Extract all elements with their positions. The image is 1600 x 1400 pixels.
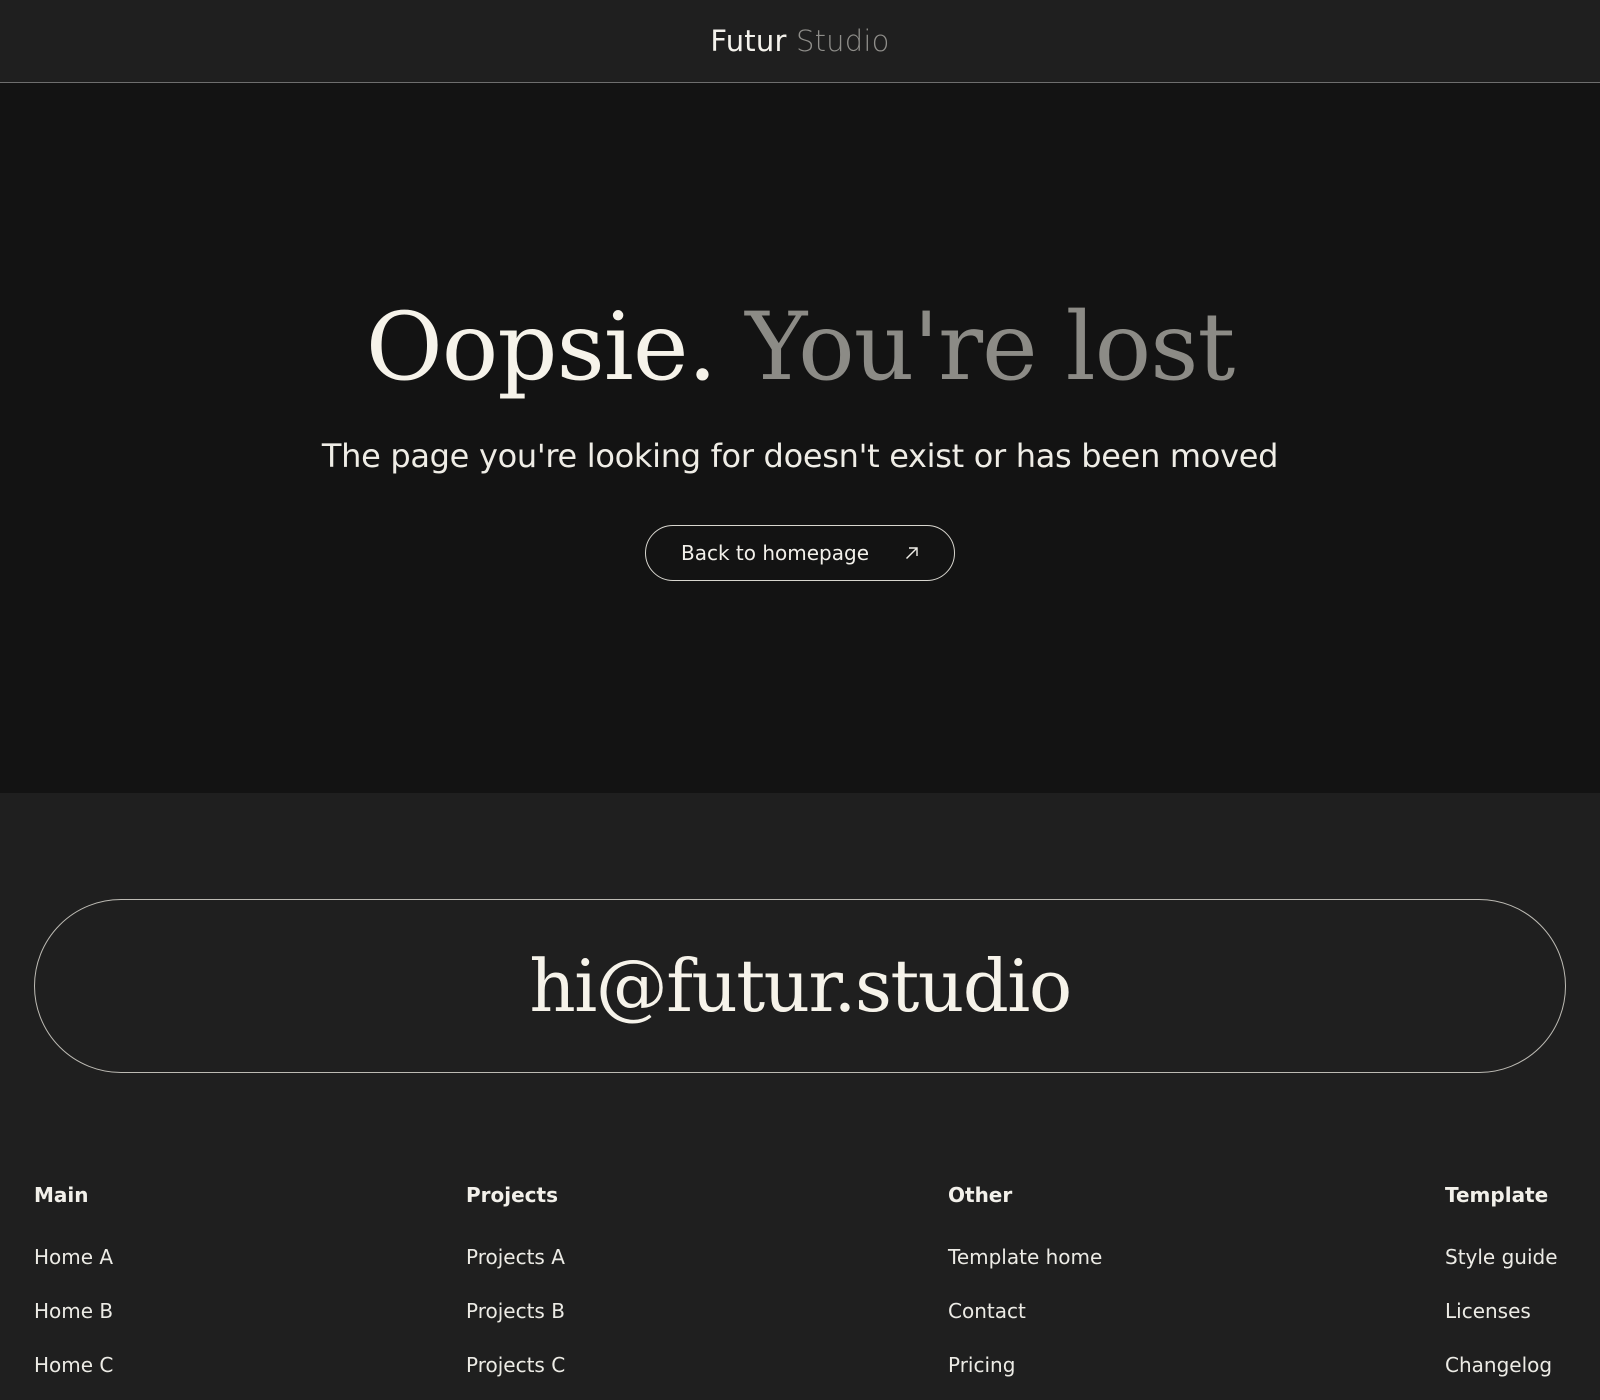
footer-link-pricing[interactable]: Pricing <box>948 1353 1102 1377</box>
footer-link-licenses[interactable]: Licenses <box>1445 1299 1558 1323</box>
footer-column-other: Other Template home Contact Pricing <box>948 1183 1102 1377</box>
site-logo[interactable]: Futur Studio <box>710 24 889 58</box>
footer-heading-template: Template <box>1445 1183 1549 1207</box>
logo-primary-text: Futur <box>710 24 787 58</box>
footer-heading-other: Other <box>948 1183 1013 1207</box>
footer-column-template: Template Style guide Licenses Changelog <box>1445 1183 1558 1377</box>
email-address: hi@futur.studio <box>529 944 1072 1028</box>
footer-link-projects-c[interactable]: Projects C <box>466 1353 565 1377</box>
footer-column-main: Main Home A Home B Home C <box>34 1183 113 1377</box>
footer-link-home-b[interactable]: Home B <box>34 1299 113 1323</box>
back-to-homepage-button[interactable]: Back to homepage <box>645 525 955 581</box>
footer-navigation: Main Home A Home B Home C Projects Proje… <box>0 1183 1600 1383</box>
footer-link-changelog[interactable]: Changelog <box>1445 1353 1558 1377</box>
site-header: Futur Studio <box>0 0 1600 83</box>
page-title-primary: Oopsie. <box>365 293 718 402</box>
footer-column-projects: Projects Projects A Projects B Projects … <box>466 1183 565 1377</box>
not-found-section: Oopsie. You're lost The page you're look… <box>0 83 1600 793</box>
footer-link-template-home[interactable]: Template home <box>948 1245 1102 1269</box>
page-title-secondary: You're lost <box>745 293 1235 402</box>
footer-link-home-c[interactable]: Home C <box>34 1353 113 1377</box>
site-footer: hi@futur.studio Main Home A Home B Home … <box>0 793 1600 1400</box>
arrow-up-right-icon <box>904 545 920 561</box>
footer-link-contact[interactable]: Contact <box>948 1299 1102 1323</box>
footer-link-style-guide[interactable]: Style guide <box>1445 1245 1558 1269</box>
footer-link-projects-b[interactable]: Projects B <box>466 1299 565 1323</box>
email-contact-link[interactable]: hi@futur.studio <box>34 899 1566 1073</box>
page-title: Oopsie. You're lost <box>366 301 1236 395</box>
footer-link-projects-a[interactable]: Projects A <box>466 1245 565 1269</box>
footer-link-home-a[interactable]: Home A <box>34 1245 113 1269</box>
page-subtitle: The page you're looking for doesn't exis… <box>321 437 1279 475</box>
footer-heading-main: Main <box>34 1183 89 1207</box>
footer-heading-projects: Projects <box>466 1183 559 1207</box>
logo-secondary-text: Studio <box>796 24 890 58</box>
back-to-homepage-label: Back to homepage <box>681 541 869 565</box>
